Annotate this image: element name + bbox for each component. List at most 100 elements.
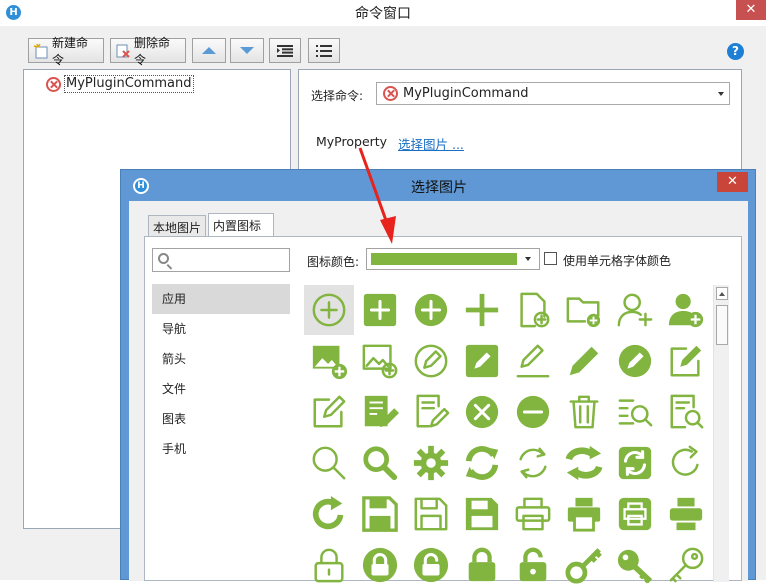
dialog-title: 选择图片 [411, 180, 467, 196]
search-icon [158, 253, 169, 264]
category-item-file[interactable]: 文件 [152, 374, 290, 404]
icon-grid-scrollbar[interactable] [713, 285, 729, 582]
edit-box-outline-icon[interactable] [304, 387, 354, 437]
sync-icon[interactable] [559, 438, 609, 488]
dialog-close-button[interactable]: ✕ [717, 172, 748, 192]
choose-image-dialog: H 选择图片 ✕ 本地图片 内置图标 应用 导航 箭头 文件 图表 手机 图标颜… [120, 169, 756, 584]
category-item-arrow[interactable]: 箭头 [152, 344, 290, 374]
redo-bold-icon[interactable] [304, 489, 354, 539]
user-add-outline-icon[interactable] [610, 285, 660, 335]
icon-grid [304, 285, 712, 585]
indent-button[interactable] [269, 38, 301, 63]
printer-outline-icon[interactable] [508, 489, 558, 539]
scroll-thumb[interactable] [716, 305, 728, 345]
dialog-body: 本地图片 内置图标 应用 导航 箭头 文件 图表 手机 图标颜色: 使用单元格字… [129, 201, 748, 584]
refresh-icon[interactable] [457, 438, 507, 488]
lock-outline-icon[interactable] [304, 540, 354, 585]
document-search-icon[interactable] [661, 387, 711, 437]
pointer-arrow-annotation [358, 147, 396, 244]
new-command-icon [33, 43, 49, 59]
main-titlebar: H 命令窗口 ✕ [0, 0, 766, 26]
category-item-mobile[interactable]: 手机 [152, 434, 290, 464]
category-item-chart[interactable]: 图表 [152, 404, 290, 434]
error-circle-icon [383, 86, 398, 101]
key-icon[interactable] [559, 540, 609, 585]
save-outline-icon[interactable] [406, 489, 456, 539]
pencil-line-icon[interactable] [508, 336, 558, 386]
lock-icon[interactable] [457, 540, 507, 585]
save-icon[interactable] [355, 489, 405, 539]
window-close-button[interactable]: ✕ [736, 0, 766, 20]
document-edit-icon[interactable] [355, 387, 405, 437]
search-input[interactable] [152, 248, 290, 272]
lock-circle-icon[interactable] [355, 540, 405, 585]
sync-square-icon[interactable] [610, 438, 660, 488]
dropdown-caret-icon [525, 257, 531, 261]
use-cell-font-color-label: 使用单元格字体颜色 [563, 254, 672, 268]
edit-square-icon[interactable] [457, 336, 507, 386]
delete-command-icon [115, 43, 131, 59]
document-add-icon[interactable] [508, 285, 558, 335]
builtin-icons-page: 应用 导航 箭头 文件 图表 手机 图标颜色: 使用单元格字体颜色 [144, 236, 742, 584]
category-item-app[interactable]: 应用 [152, 284, 290, 314]
move-up-button[interactable] [192, 38, 226, 63]
arrow-down-icon [240, 47, 254, 54]
trash-icon[interactable] [559, 387, 609, 437]
delete-command-button[interactable]: 删除命令 [110, 36, 186, 67]
search-icon[interactable] [355, 438, 405, 488]
help-icon[interactable]: ? [727, 43, 744, 60]
delete-command-label: 删除命令 [134, 35, 171, 67]
command-select[interactable]: MyPluginCommand [376, 82, 730, 105]
printer-square-icon[interactable] [610, 489, 660, 539]
new-command-button[interactable]: 新建命令 [28, 36, 104, 67]
save-box-icon[interactable] [457, 489, 507, 539]
add-circle-outline-icon[interactable] [304, 285, 354, 335]
icon-color-label: 图标颜色: [307, 255, 360, 269]
key-outline-icon[interactable] [661, 540, 711, 585]
gear-icon[interactable] [406, 438, 456, 488]
printer-icon[interactable] [559, 489, 609, 539]
search-outline-icon[interactable] [304, 438, 354, 488]
add-circle-icon[interactable] [406, 285, 456, 335]
window-title: 命令窗口 [355, 6, 411, 22]
document-edit-outline-icon[interactable] [406, 387, 456, 437]
move-down-button[interactable] [230, 38, 264, 63]
icon-color-swatch [371, 253, 517, 265]
edit-box-icon[interactable] [661, 336, 711, 386]
dropdown-caret-icon [718, 92, 724, 96]
image-add-icon[interactable] [304, 336, 354, 386]
refresh-outline-icon[interactable] [508, 438, 558, 488]
remove-circle-icon[interactable] [457, 387, 507, 437]
edit-circle-outline-icon[interactable] [406, 336, 456, 386]
lock-open-circle-icon[interactable] [406, 540, 456, 585]
plus-icon[interactable] [457, 285, 507, 335]
key-bold-icon[interactable] [610, 540, 660, 585]
list-search-icon[interactable] [610, 387, 660, 437]
printer-bold-icon[interactable] [661, 489, 711, 539]
folder-add-icon[interactable] [559, 285, 609, 335]
select-command-label: 选择命令: [311, 89, 364, 103]
redo-icon[interactable] [661, 438, 711, 488]
user-add-icon[interactable] [661, 285, 711, 335]
command-list-item[interactable]: MyPluginCommand [46, 75, 194, 93]
arrow-up-icon [202, 47, 216, 54]
command-item-label: MyPluginCommand [64, 75, 194, 93]
outdent-button[interactable] [308, 38, 340, 63]
error-circle-icon [46, 76, 61, 92]
minus-circle-icon[interactable] [508, 387, 558, 437]
choose-image-link[interactable]: 选择图片 ... [398, 134, 464, 153]
scroll-up-button[interactable] [716, 287, 728, 300]
pencil-icon[interactable] [559, 336, 609, 386]
image-add-outline-icon[interactable] [355, 336, 405, 386]
tab-local-image[interactable]: 本地图片 [148, 215, 206, 236]
tab-builtin-icons[interactable]: 内置图标 [208, 213, 274, 237]
edit-circle-icon[interactable] [610, 336, 660, 386]
selected-command-value: MyPluginCommand [403, 86, 529, 101]
lock-open-icon[interactable] [508, 540, 558, 585]
category-list: 应用 导航 箭头 文件 图表 手机 [152, 284, 290, 464]
icon-color-select[interactable] [366, 248, 540, 270]
indent-icon [277, 44, 293, 57]
category-item-navigation[interactable]: 导航 [152, 314, 290, 344]
add-square-icon[interactable] [355, 285, 405, 335]
use-cell-font-color-checkbox[interactable] [544, 252, 557, 265]
